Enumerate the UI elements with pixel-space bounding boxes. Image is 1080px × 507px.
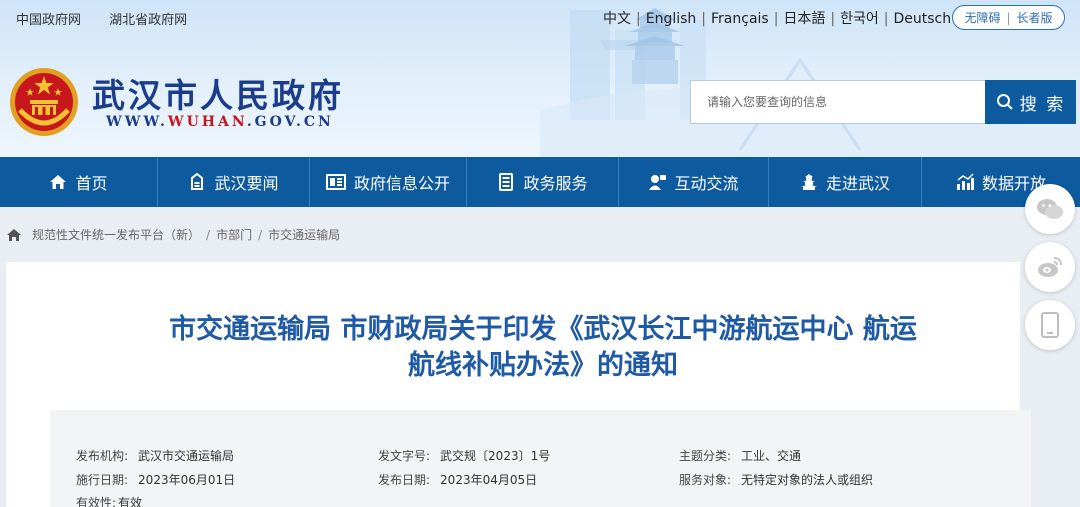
- language-switcher: 中文 | English | Français | 日本語 | 한국어 | Deutsch: [603, 11, 952, 27]
- search-button[interactable]: 搜 索: [985, 80, 1076, 124]
- meta-publish-date: 发布日期: 2023年04月05日: [378, 473, 538, 487]
- site-domain: WWW.WUHAN.GOV.CN: [106, 114, 334, 130]
- nav-item-city[interactable]: 走进武汉: [769, 157, 922, 207]
- share-wechat-button[interactable]: [1025, 184, 1075, 234]
- accessibility-link[interactable]: 无障碍: [964, 9, 1000, 26]
- accessibility-toggle: 无障碍 | 长者版: [952, 5, 1065, 30]
- meta-doc-number: 发文字号: 武交规〔2023〕1号: [378, 449, 551, 463]
- search-button-label: 搜 索: [1019, 94, 1066, 115]
- nav-item-service[interactable]: 政务服务: [467, 157, 619, 207]
- search-field-wrapper: [690, 80, 987, 124]
- lang-zh[interactable]: 中文: [603, 11, 631, 27]
- document-title-line2: 航线补贴办法》的通知: [408, 350, 678, 381]
- nav-item-interaction[interactable]: 互动交流: [619, 157, 769, 207]
- site-title[interactable]: 武汉市人民政府: [92, 69, 344, 117]
- breadcrumb: 规范性文件统一发布平台（新） / 市部门 / 市交通运输局: [6, 226, 340, 243]
- home-icon: [50, 175, 67, 189]
- nav-label: 首页: [75, 174, 108, 193]
- wechat-icon: [1037, 199, 1063, 219]
- main-nav: 首页 武汉要闻 政府信息公开 政务服务 互动交流 走进武汉 数据开放: [0, 157, 1080, 207]
- lang-fr[interactable]: Français: [711, 11, 769, 27]
- search-icon: [996, 94, 1013, 110]
- link-gov-hubei[interactable]: 湖北省政府网: [109, 13, 187, 28]
- header: 中国政府网 湖北省政府网 中文 | English | Français | 日本語 | 한국어…: [0, 0, 1080, 157]
- lang-ko[interactable]: 한국어: [840, 11, 879, 27]
- meta-validity: 有效性: 有效: [76, 496, 143, 507]
- nav-label: 武汉要闻: [214, 174, 279, 193]
- national-emblem-icon[interactable]: [8, 66, 80, 138]
- breadcrumb-transport-bureau[interactable]: 市交通运输局: [268, 226, 340, 243]
- service-icon: [499, 173, 514, 191]
- share-mobile-button[interactable]: [1025, 300, 1075, 350]
- document-title: 市交通运输局 市财政局关于印发《武汉长江中游航运中心 航运 航线补贴办法》的通知: [6, 312, 1080, 384]
- home-icon[interactable]: [6, 228, 22, 242]
- breadcrumb-departments[interactable]: 市部门: [216, 226, 252, 243]
- document-metadata: 发布机构: 武汉市交通运输局 发文字号: 武交规〔2023〕1号 主题分类: 工业、交…: [50, 410, 1031, 507]
- meta-audience: 服务对象: 无特定对象的法人或组织: [679, 473, 874, 487]
- meta-effective-date: 施行日期: 2023年06月01日: [76, 473, 236, 487]
- data-icon: [956, 173, 974, 190]
- nav-item-home[interactable]: 首页: [0, 157, 158, 207]
- document-title-line1: 市交通运输局 市财政局关于印发《武汉长江中游航运中心 航运: [169, 314, 917, 345]
- breadcrumb-platform[interactable]: 规范性文件统一发布平台（新）: [32, 226, 200, 243]
- meta-publisher: 发布机构: 武汉市交通运输局: [76, 449, 235, 463]
- elder-mode-link[interactable]: 长者版: [1017, 9, 1053, 26]
- meta-category: 主题分类: 工业、交通: [679, 449, 802, 463]
- top-links: 中国政府网 湖北省政府网: [16, 9, 211, 28]
- nav-label: 政府信息公开: [353, 174, 450, 193]
- lang-ja[interactable]: 日本語: [783, 11, 825, 27]
- interaction-icon: [649, 175, 667, 190]
- search-input[interactable]: [691, 81, 986, 123]
- city-icon: [800, 174, 817, 190]
- nav-item-news[interactable]: 武汉要闻: [158, 157, 310, 207]
- weibo-icon: [1038, 257, 1062, 277]
- mobile-icon: [1041, 312, 1059, 338]
- nav-label: 政务服务: [523, 174, 588, 193]
- document-panel: 市交通运输局 市财政局关于印发《武汉长江中游航运中心 航运 航线补贴办法》的通知…: [6, 262, 1031, 507]
- nav-label: 走进武汉: [825, 174, 890, 193]
- nav-label: 互动交流: [674, 174, 739, 193]
- lang-de[interactable]: Deutsch: [894, 11, 952, 27]
- news-icon: [191, 173, 204, 190]
- link-gov-china[interactable]: 中国政府网: [16, 13, 81, 28]
- lang-en[interactable]: English: [646, 11, 697, 27]
- info-icon: [325, 174, 346, 190]
- nav-item-info[interactable]: 政府信息公开: [310, 157, 467, 207]
- share-weibo-button[interactable]: [1025, 242, 1075, 292]
